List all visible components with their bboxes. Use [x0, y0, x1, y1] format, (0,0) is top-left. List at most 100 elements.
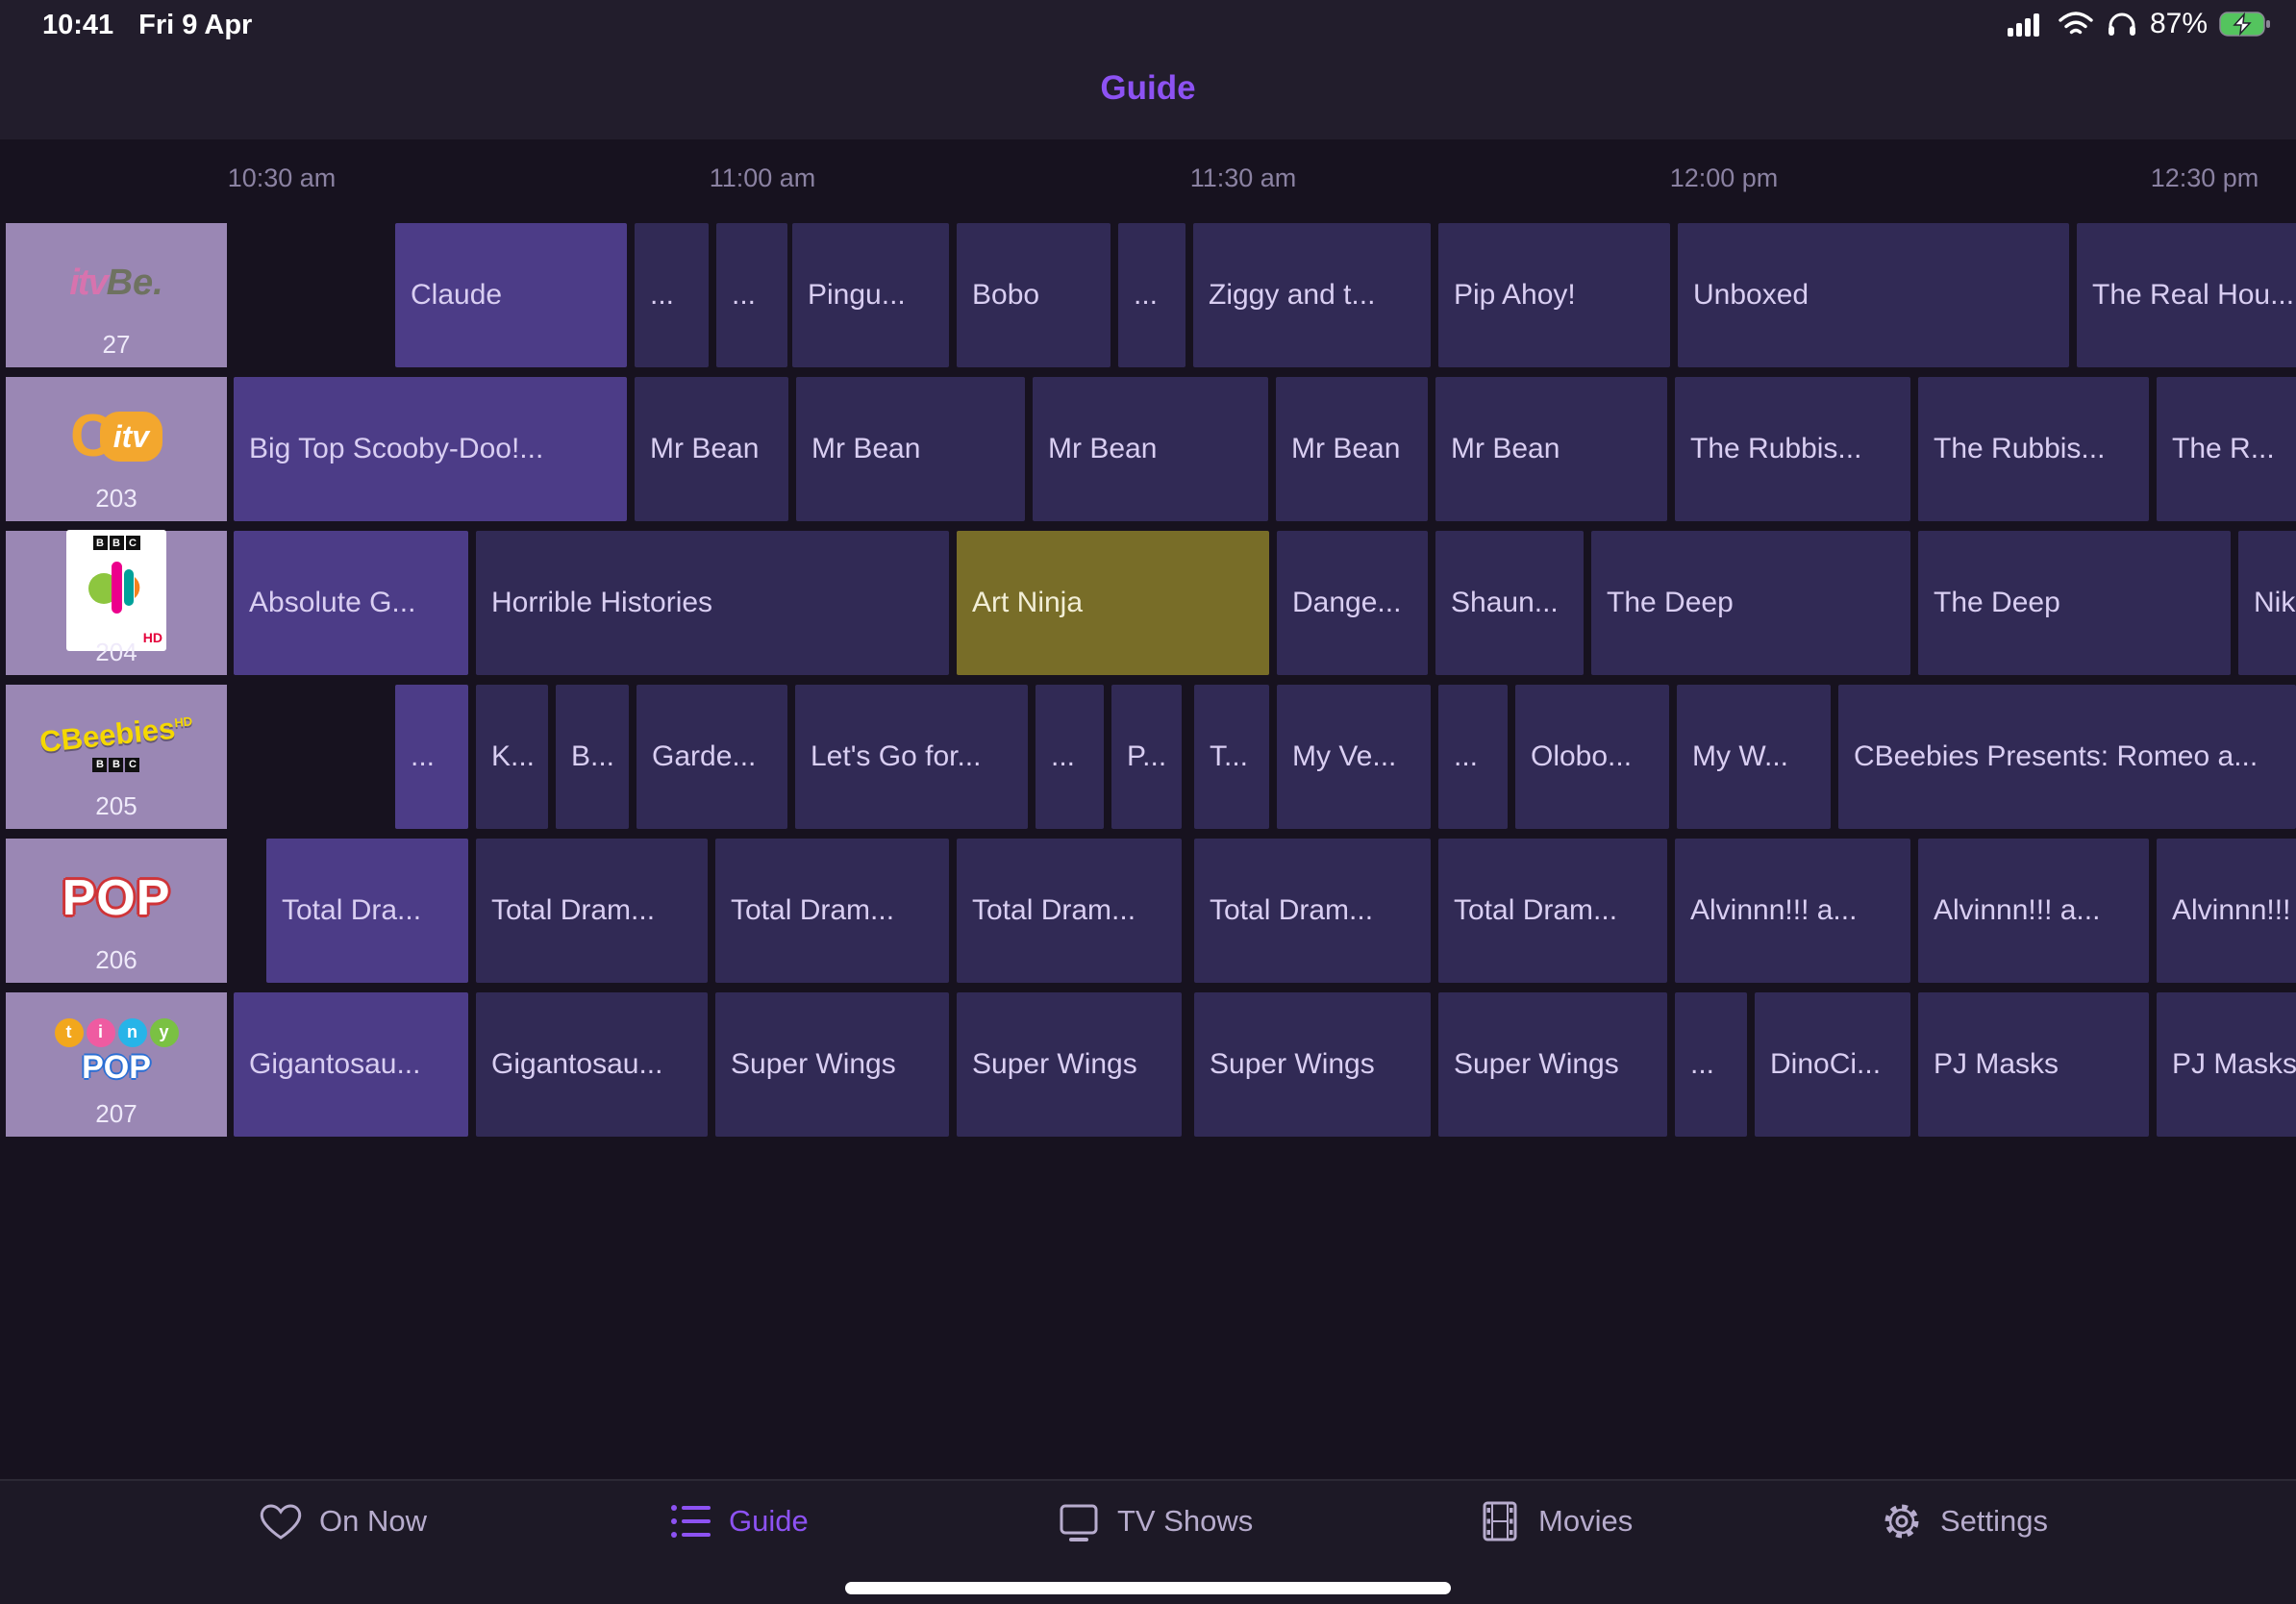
channel-tile-205[interactable]: CBeebiesHDBBC205: [6, 685, 227, 829]
program-title: K...: [491, 740, 535, 773]
cbbc-logo: BBCHD: [66, 530, 166, 651]
program-cell[interactable]: K...: [476, 685, 548, 829]
program-cell[interactable]: Super Wings: [957, 992, 1182, 1137]
program-cell[interactable]: The Rubbis...: [1918, 377, 2149, 521]
channel-tile-204[interactable]: BBCHD204: [6, 531, 227, 675]
program-cell[interactable]: PJ Masks: [1918, 992, 2149, 1137]
program-cell[interactable]: Gigantosau...: [476, 992, 708, 1137]
program-cell[interactable]: Mr Bean: [1276, 377, 1428, 521]
tab-tv-shows[interactable]: TV Shows: [1056, 1498, 1253, 1544]
program-cell[interactable]: ...: [1118, 223, 1185, 367]
program-cell[interactable]: ...: [395, 685, 468, 829]
program-cell[interactable]: Olobo...: [1515, 685, 1669, 829]
program-cell[interactable]: Claude: [395, 223, 627, 367]
program-title: The Real Hou...: [2092, 279, 2294, 312]
program-cell[interactable]: Gigantosau...: [234, 992, 468, 1137]
tab-settings[interactable]: Settings: [1879, 1498, 2048, 1544]
program-cell[interactable]: Unboxed: [1678, 223, 2069, 367]
program-cell[interactable]: Total Dram...: [715, 839, 949, 983]
program-cell[interactable]: My W...: [1677, 685, 1831, 829]
program-cell[interactable]: T...: [1194, 685, 1269, 829]
program-title: T...: [1210, 740, 1248, 773]
program-cell[interactable]: Total Dram...: [476, 839, 708, 983]
program-title: ...: [1454, 740, 1478, 773]
channel-tile-203[interactable]: Citv203: [6, 377, 227, 521]
program-cell[interactable]: Dange...: [1277, 531, 1428, 675]
program-cell[interactable]: Alvinnn!!! a...: [1675, 839, 1910, 983]
program-cell[interactable]: Super Wings: [1194, 992, 1431, 1137]
channel-row-206: POP206Total Dra...Total Dram...Total Dra…: [0, 839, 2296, 983]
program-cell[interactable]: Alvinnn!!! a...: [1918, 839, 2149, 983]
channel-number: 204: [6, 638, 227, 667]
channel-number: 203: [6, 484, 227, 514]
program-cell[interactable]: The Rubbis...: [1675, 377, 1910, 521]
program-title: Mr Bean: [650, 433, 759, 465]
program-cell[interactable]: ...: [1438, 685, 1508, 829]
program-cell[interactable]: The R...: [2157, 377, 2296, 521]
channel-tile-206[interactable]: POP206: [6, 839, 227, 983]
program-cell[interactable]: Big Top Scooby-Doo!...: [234, 377, 627, 521]
program-cell[interactable]: Mr Bean: [796, 377, 1025, 521]
channel-number: 207: [6, 1099, 227, 1129]
program-title: Dange...: [1292, 587, 1401, 619]
program-cell[interactable]: Ziggy and t...: [1193, 223, 1431, 367]
program-cell[interactable]: Total Dra...: [266, 839, 468, 983]
program-cell[interactable]: Shaun...: [1435, 531, 1584, 675]
program-cell[interactable]: Nik...: [2238, 531, 2296, 675]
program-cell[interactable]: Super Wings: [1438, 992, 1667, 1137]
program-cell[interactable]: Total Dram...: [957, 839, 1182, 983]
program-cell[interactable]: Art Ninja: [957, 531, 1269, 675]
itvbe-logo: itvBe.: [69, 263, 163, 304]
program-title: Mr Bean: [1451, 433, 1560, 465]
heart-icon: [258, 1498, 304, 1544]
channel-tile-207[interactable]: tinyPOP 207: [6, 992, 227, 1137]
program-cell[interactable]: The Deep: [1591, 531, 1910, 675]
program-title: Total Dram...: [491, 894, 655, 927]
program-title: DinoCi...: [1770, 1048, 1881, 1081]
program-cell[interactable]: ...: [1675, 992, 1747, 1137]
tab-movies[interactable]: Movies: [1477, 1498, 1633, 1544]
battery-percent: 87%: [2150, 8, 2208, 40]
program-cell[interactable]: The Real Hou...: [2077, 223, 2296, 367]
program-cell[interactable]: Mr Bean: [1033, 377, 1268, 521]
program-cell[interactable]: Total Dram...: [1194, 839, 1431, 983]
program-cell[interactable]: B...: [556, 685, 629, 829]
program-cell[interactable]: Absolute G...: [234, 531, 468, 675]
cellular-signal-icon: [2008, 10, 2046, 38]
program-title: Garde...: [652, 740, 756, 773]
program-cell[interactable]: ...: [635, 223, 709, 367]
tinypop-logo: tinyPOP: [55, 1018, 179, 1087]
program-cell[interactable]: P...: [1111, 685, 1182, 829]
program-cell[interactable]: Mr Bean: [1435, 377, 1667, 521]
tab-guide[interactable]: Guide: [667, 1498, 809, 1544]
program-title: Gigantosau...: [491, 1048, 662, 1081]
program-cell[interactable]: PJ Masks: [2157, 992, 2296, 1137]
home-indicator[interactable]: [845, 1582, 1451, 1594]
program-title: ...: [650, 279, 674, 312]
program-cell[interactable]: Alvinnn!!! a...: [2157, 839, 2296, 983]
bbc-blocks: BBC: [93, 536, 140, 550]
program-cell[interactable]: Mr Bean: [635, 377, 788, 521]
program-cell[interactable]: Pip Ahoy!: [1438, 223, 1670, 367]
program-cell[interactable]: My Ve...: [1277, 685, 1431, 829]
program-cell[interactable]: Let's Go for...: [795, 685, 1028, 829]
program-cell[interactable]: DinoCi...: [1755, 992, 1910, 1137]
program-cell[interactable]: The Deep: [1918, 531, 2231, 675]
program-cell[interactable]: Bobo: [957, 223, 1111, 367]
program-cell[interactable]: Horrible Histories: [476, 531, 949, 675]
program-title: Total Dra...: [282, 894, 421, 927]
program-title: Claude: [411, 279, 502, 312]
tab-on-now[interactable]: On Now: [258, 1498, 427, 1544]
program-cell[interactable]: ...: [1036, 685, 1104, 829]
status-left: 10:41 Fri 9 Apr: [42, 10, 252, 41]
status-right: 87%: [2008, 8, 2271, 40]
program-title: Mr Bean: [811, 433, 920, 465]
program-cell[interactable]: Pingu...: [792, 223, 949, 367]
channel-tile-27[interactable]: itvBe.27: [6, 223, 227, 367]
program-cell[interactable]: CBeebies Presents: Romeo a...: [1838, 685, 2296, 829]
program-cell[interactable]: ...: [716, 223, 787, 367]
program-title: Alvinnn!!! a...: [1934, 894, 2100, 927]
program-cell[interactable]: Total Dram...: [1438, 839, 1667, 983]
program-cell[interactable]: Garde...: [636, 685, 787, 829]
program-cell[interactable]: Super Wings: [715, 992, 949, 1137]
